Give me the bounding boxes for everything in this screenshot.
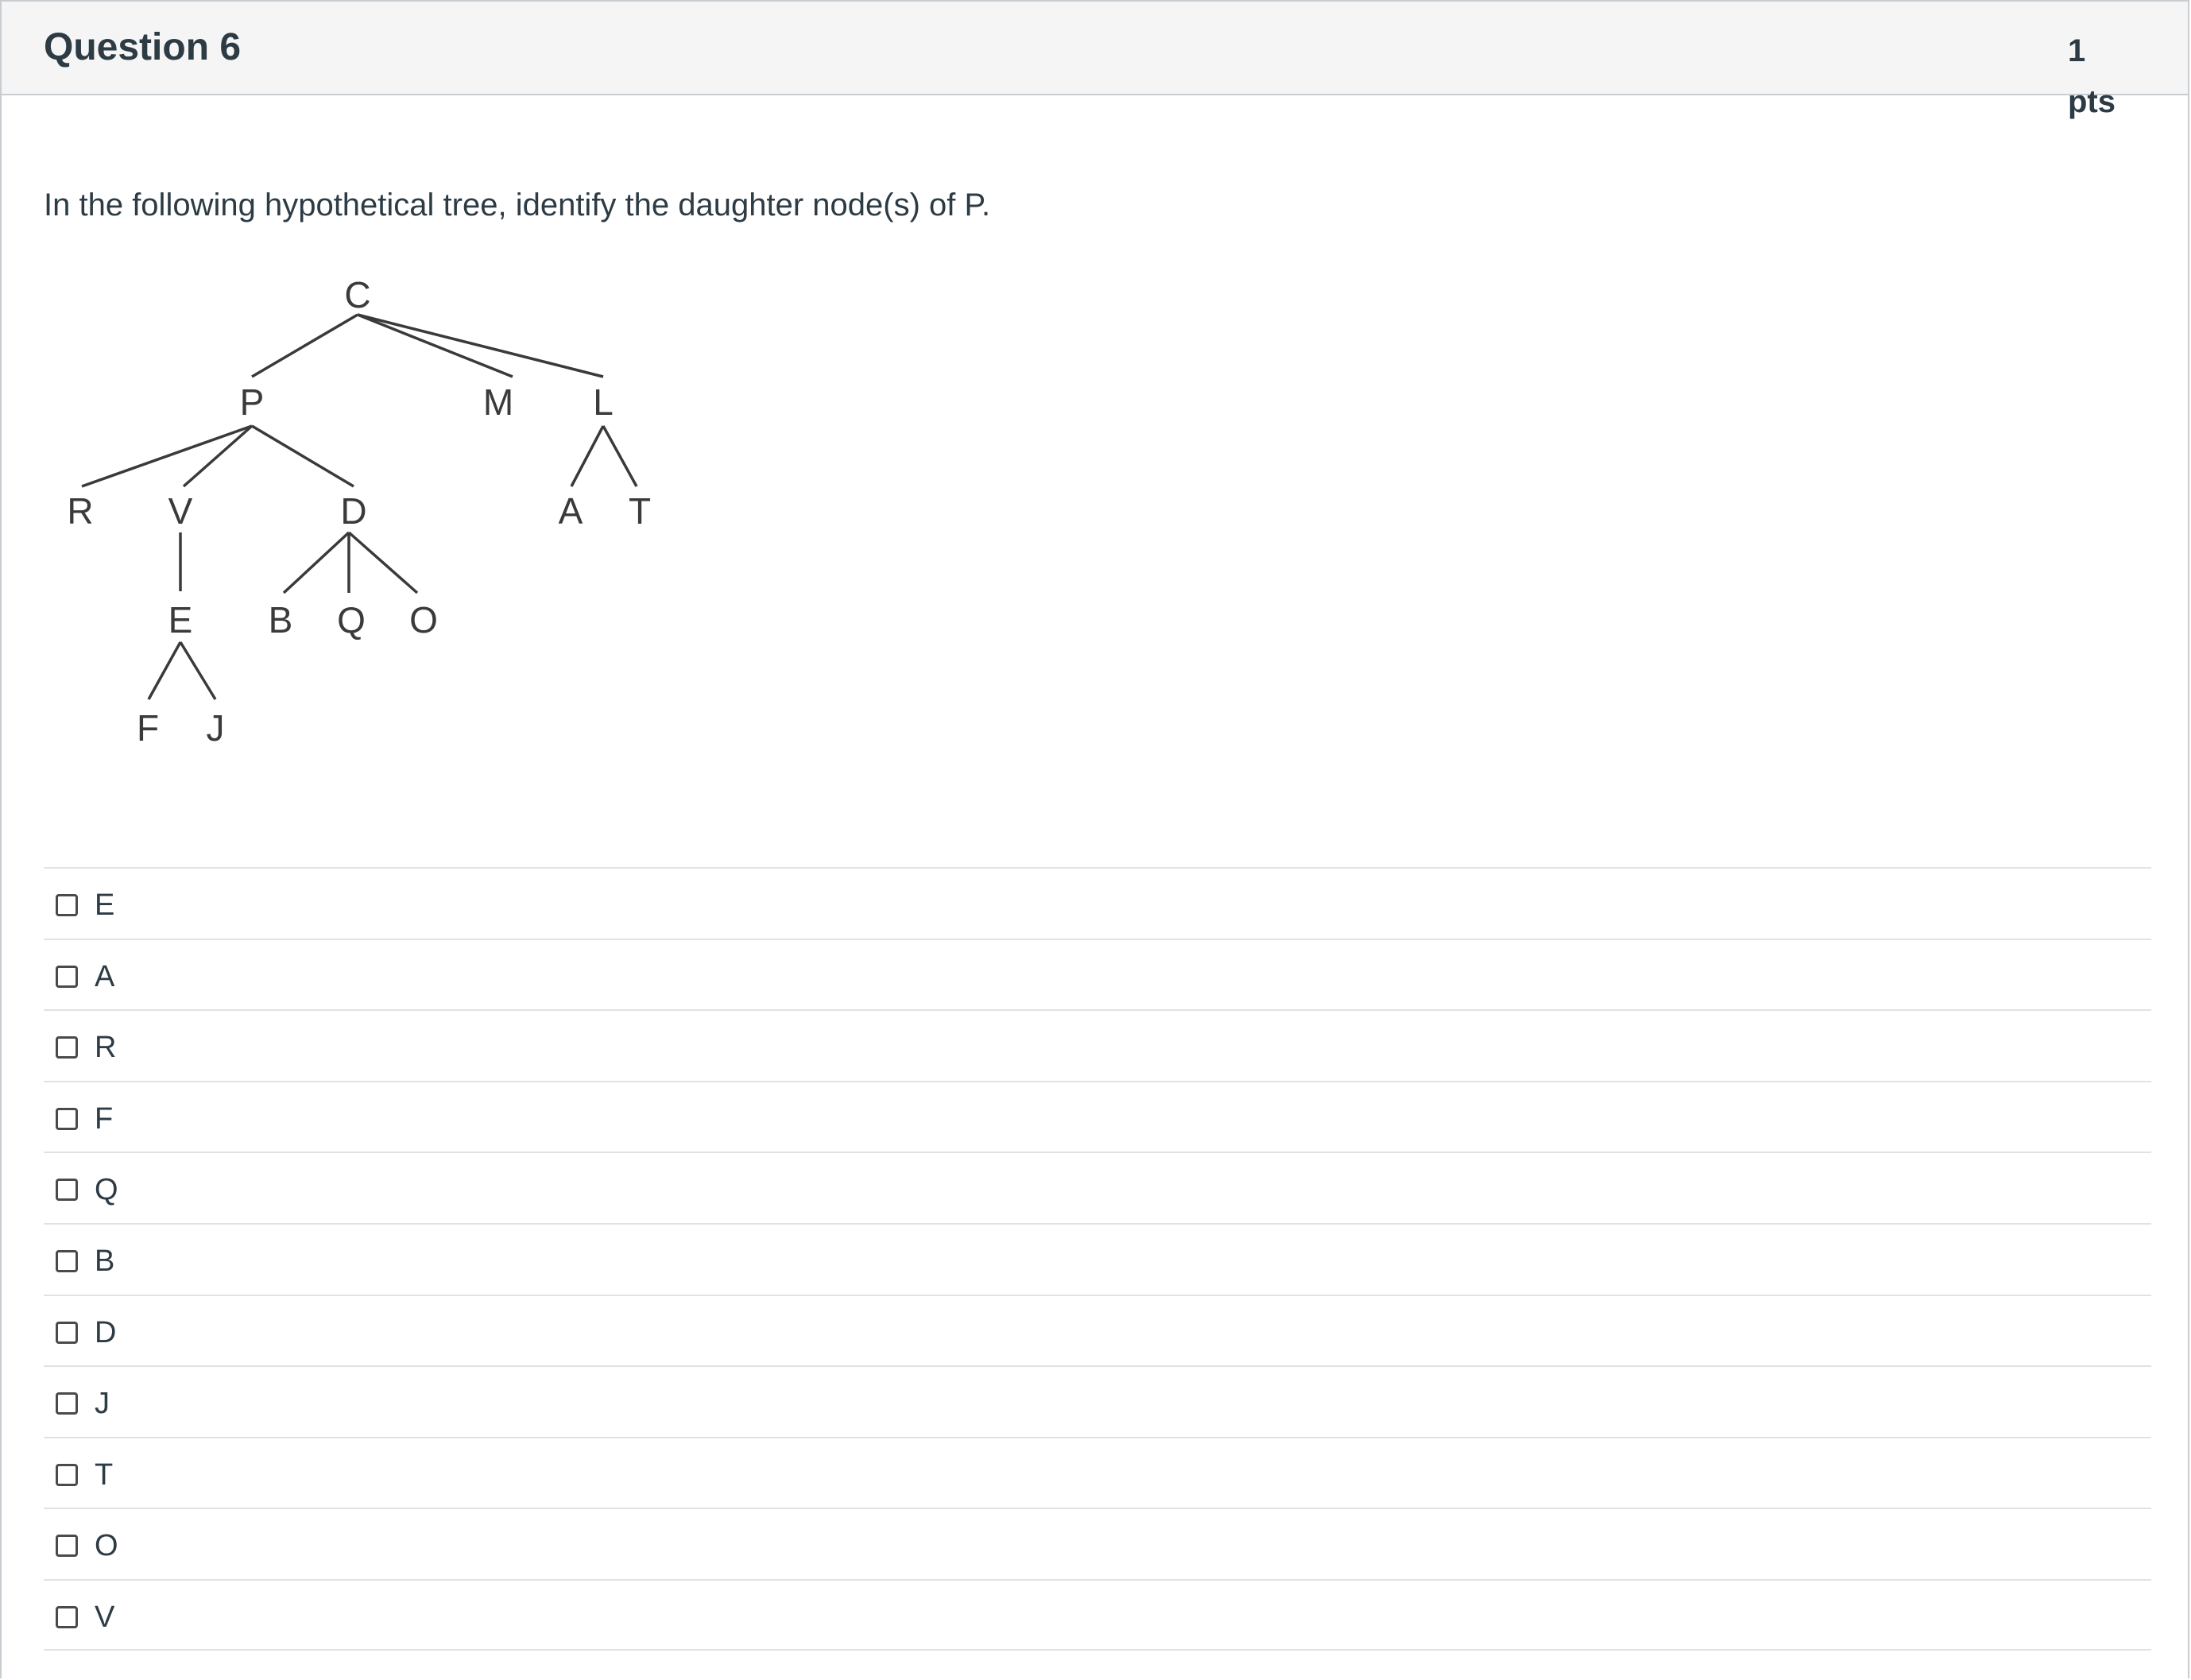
- answer-option[interactable]: J: [44, 1365, 2151, 1437]
- edge-d-b: [282, 531, 350, 594]
- edge-l-t: [602, 425, 638, 487]
- tree-nodes: C P M L R V D A T E B Q O F J: [67, 274, 651, 749]
- answer-checkbox[interactable]: [56, 1463, 78, 1486]
- answer-option[interactable]: F: [44, 1080, 2151, 1152]
- answer-label[interactable]: O: [95, 1528, 118, 1563]
- quiz-question: Question 6 1 pts In the following hypoth…: [0, 0, 2189, 1678]
- edge-d-o: [347, 531, 419, 594]
- answer-option[interactable]: A: [44, 938, 2151, 1010]
- question-header: Question 6 1 pts: [2, 2, 2188, 119]
- question-points: 1 pts: [2068, 33, 2116, 119]
- tree-node-m: M: [483, 381, 513, 423]
- tree-node-p: P: [240, 381, 265, 423]
- answer-label[interactable]: V: [95, 1600, 114, 1635]
- tree-node-a: A: [559, 490, 583, 532]
- answer-label[interactable]: F: [95, 1101, 113, 1136]
- syntax-tree-diagram: C P M L R V D A T E B Q O F J: [67, 274, 651, 749]
- tree-node-e: E: [168, 599, 193, 641]
- answer-label[interactable]: B: [95, 1244, 114, 1279]
- answer-option[interactable]: E: [44, 867, 2151, 939]
- tree-node-f: F: [137, 707, 159, 749]
- answer-checkbox[interactable]: [56, 1321, 78, 1344]
- edge-e-f: [147, 641, 182, 700]
- answer-label[interactable]: A: [95, 959, 114, 994]
- edge-p-d: [251, 424, 354, 488]
- tree-node-q: Q: [337, 599, 366, 641]
- tree-node-l: L: [593, 381, 614, 423]
- tree-node-v: V: [168, 490, 193, 532]
- answer-checkbox[interactable]: [56, 894, 78, 916]
- answer-label[interactable]: Q: [95, 1172, 118, 1207]
- answer-option[interactable]: D: [44, 1294, 2151, 1366]
- answer-option[interactable]: B: [44, 1222, 2151, 1295]
- tree-node-t: T: [629, 490, 651, 532]
- answer-label[interactable]: E: [95, 888, 114, 923]
- answer-option[interactable]: T: [44, 1436, 2151, 1508]
- edge-c-l: [357, 313, 604, 378]
- edge-c-m: [357, 313, 513, 378]
- tree-node-c: C: [344, 274, 370, 315]
- answer-option[interactable]: O: [44, 1508, 2151, 1579]
- answer-checkbox[interactable]: [56, 1392, 78, 1415]
- answer-checkbox[interactable]: [56, 1535, 78, 1558]
- edge-e-j: [179, 641, 217, 700]
- tree-node-j: J: [207, 707, 225, 749]
- tree-node-d: D: [340, 490, 366, 532]
- question-title: Question 6: [44, 26, 242, 68]
- answer-checkbox[interactable]: [56, 1179, 78, 1202]
- answer-label[interactable]: J: [95, 1386, 110, 1421]
- answer-label[interactable]: D: [95, 1315, 116, 1350]
- question-prompt: In the following hypothetical tree, iden…: [44, 188, 991, 223]
- tree-node-b: B: [269, 599, 293, 641]
- answer-checkbox[interactable]: [56, 1107, 78, 1130]
- answer-checkbox[interactable]: [56, 1036, 78, 1059]
- edge-l-a: [570, 425, 605, 487]
- edge-p-r: [81, 424, 253, 488]
- tree-node-r: R: [67, 490, 93, 532]
- answer-checkbox[interactable]: [56, 1249, 78, 1272]
- answer-option[interactable]: R: [44, 1009, 2151, 1081]
- answer-checkbox[interactable]: [56, 965, 78, 988]
- answer-label[interactable]: R: [95, 1030, 116, 1065]
- edge-p-v: [182, 424, 254, 488]
- answer-checkbox[interactable]: [56, 1605, 78, 1628]
- answer-option[interactable]: V: [44, 1578, 2151, 1651]
- tree-node-o: O: [409, 599, 438, 641]
- edge-c-p: [251, 313, 358, 378]
- answer-label[interactable]: T: [95, 1457, 113, 1492]
- answer-list: E A R F Q B D J T O V: [44, 867, 2151, 1651]
- answer-option[interactable]: Q: [44, 1152, 2151, 1223]
